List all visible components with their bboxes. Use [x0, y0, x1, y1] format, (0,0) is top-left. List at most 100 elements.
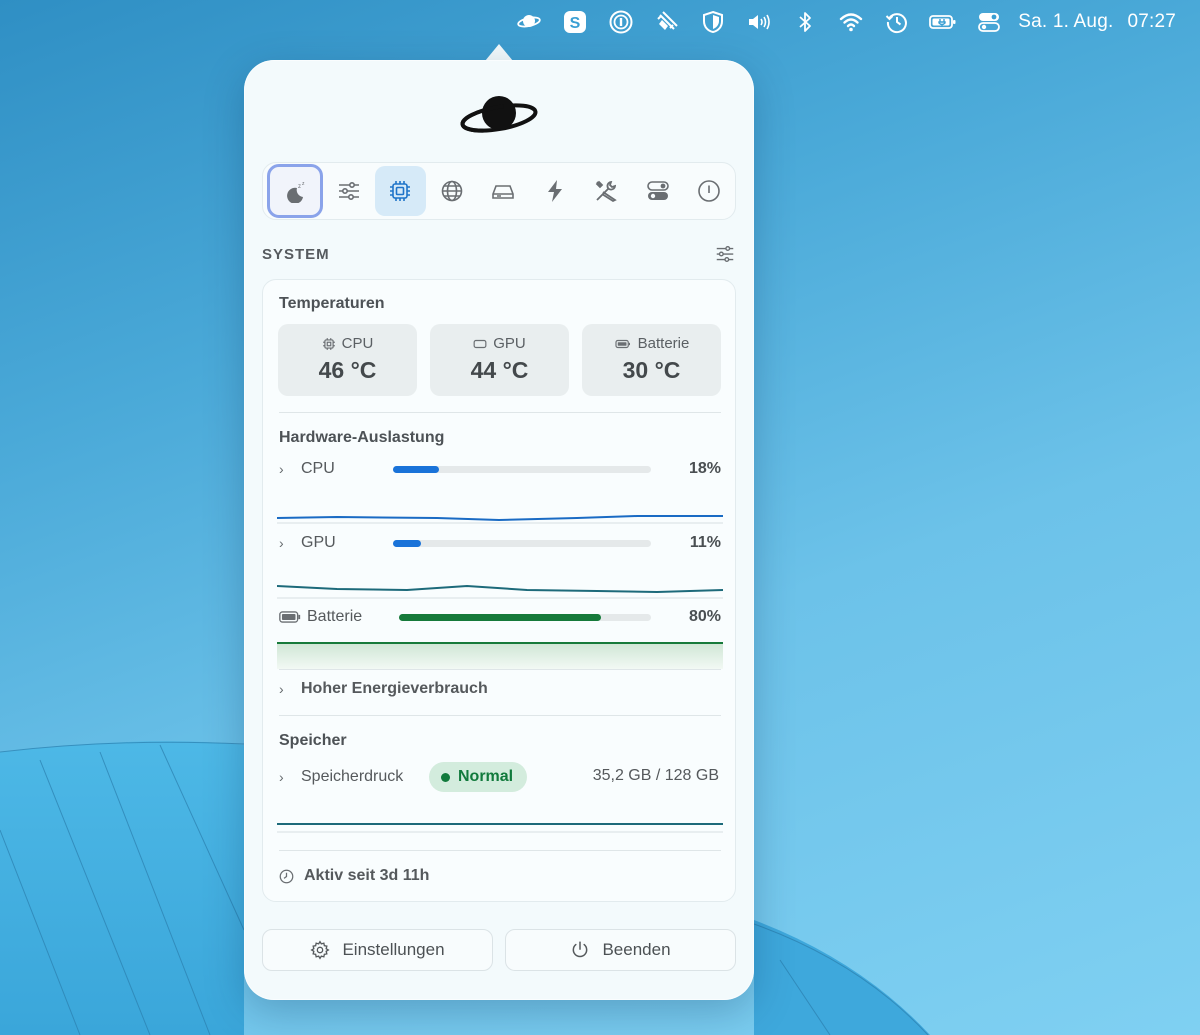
gpu-usage-row[interactable]: › GPU 11% [279, 532, 721, 554]
toggles-icon [646, 181, 669, 200]
system-card: Temperaturen CPU 46 °C GPU 44 °C Batteri… [262, 279, 736, 902]
temp-label-battery: Batterie [637, 335, 690, 352]
status-badge: Normal [429, 762, 528, 792]
gear-icon [310, 940, 331, 960]
svg-text:z: z [298, 184, 301, 190]
menubar-time: 07:27 [1127, 11, 1176, 32]
globe-icon [441, 180, 463, 202]
divider [279, 412, 721, 413]
battery-usage-label: Batterie [307, 608, 363, 625]
temp-value-battery: 30 °C [622, 357, 681, 383]
cpu-chip-icon [390, 181, 411, 201]
temp-value-gpu: 44 °C [470, 357, 529, 383]
time-machine-icon[interactable] [874, 0, 920, 44]
gpu-sparkline [277, 584, 723, 599]
tab-tools[interactable] [581, 166, 633, 216]
status-badge-text: Normal [458, 768, 514, 785]
battery-usage-row: Batterie 80% [279, 606, 721, 628]
chevron-right-icon: › [279, 681, 284, 697]
battery-usage-percent: 80% [688, 608, 721, 625]
quit-button-label: Beenden [602, 940, 671, 959]
memory-usage-value: 35,2 GB / 128 GB [592, 767, 719, 784]
menubar-clock[interactable]: Sa. 1. Aug. 07:27 [1018, 11, 1176, 33]
cpu-usage-label: CPU [301, 460, 335, 477]
memory-pressure-row[interactable]: › Speicherdruck [279, 766, 429, 788]
temp-label-gpu: GPU [493, 335, 526, 352]
tab-network[interactable] [426, 166, 478, 216]
energy-link-label: Hoher Energieverbrauch [301, 680, 488, 697]
memory-sparkline [277, 823, 723, 833]
menubar-date: Sa. 1. Aug. [1018, 11, 1114, 32]
chevron-right-icon: › [279, 535, 284, 551]
gpu-usage-percent: 11% [689, 534, 721, 551]
temp-box-battery: Batterie 30 °C [582, 324, 721, 396]
drive-icon [492, 185, 515, 199]
cpu-usage-row[interactable]: › CPU 18% [279, 458, 721, 480]
tab-storage[interactable] [478, 166, 530, 216]
settings-button-label: Einstellungen [342, 940, 445, 959]
temp-label-cpu: CPU [341, 335, 374, 352]
cpu-sparkline [277, 515, 723, 524]
battery-usage-fill [399, 614, 601, 621]
gpu-usage-label: GPU [301, 534, 336, 551]
cpu-chip-icon [322, 337, 335, 350]
section-title: SYSTEM [262, 245, 330, 263]
uptime-text: Aktiv seit 3d 11h [304, 867, 430, 884]
quit-button[interactable]: Beenden [505, 929, 736, 971]
1password-icon[interactable] [598, 0, 644, 44]
battery-usage-bar [399, 614, 651, 621]
uptime-row: Aktiv seit 3d 11h [279, 867, 429, 885]
energy-link[interactable]: › Hoher Energieverbrauch [279, 678, 721, 700]
divider [279, 715, 721, 716]
tab-info[interactable] [684, 166, 736, 216]
s-app-letter: S [570, 15, 581, 32]
cpu-usage-bar [393, 466, 651, 473]
saturn-icon[interactable] [506, 0, 552, 44]
wifi-icon[interactable] [828, 0, 874, 44]
saturn-logo-icon [460, 96, 538, 133]
chevron-right-icon: › [279, 769, 284, 785]
chevron-right-icon: › [279, 461, 284, 477]
sleep-icon: zz [287, 181, 305, 203]
volume-icon[interactable] [736, 0, 782, 44]
cpu-usage-percent: 18% [688, 460, 721, 477]
tab-sliders[interactable] [323, 166, 375, 216]
s-app-icon[interactable]: S [552, 0, 598, 44]
lightning-icon [547, 180, 562, 202]
cpu-usage-fill [393, 466, 440, 473]
svg-text:z: z [302, 181, 305, 187]
memory-title: Speicher [279, 732, 347, 749]
battery-icon [279, 611, 301, 623]
menu-bar: S Sa. 1. Aug. 07:27 [0, 0, 1200, 44]
temp-box-gpu: GPU 44 °C [430, 324, 569, 396]
popover-arrow [485, 44, 513, 61]
hardware-title: Hardware-Auslastung [279, 429, 445, 446]
tab-toggles[interactable] [632, 166, 684, 216]
control-center-icon[interactable] [966, 0, 1012, 44]
gpu-usage-fill [393, 540, 422, 547]
sliders-icon [338, 181, 359, 201]
clock-icon [279, 869, 294, 883]
battery-sparkline [277, 642, 723, 669]
status-dot-icon [441, 772, 450, 782]
tab-bar: zz [262, 162, 736, 220]
tab-power[interactable] [529, 166, 581, 216]
shield-icon[interactable] [690, 0, 736, 44]
temp-value-cpu: 46 °C [318, 357, 377, 383]
divider [279, 850, 721, 851]
divider [279, 669, 721, 670]
bluetooth-icon[interactable] [782, 0, 828, 44]
power-icon [573, 941, 588, 958]
sliders-icon[interactable] [714, 243, 736, 265]
settings-button[interactable]: Einstellungen [262, 929, 493, 971]
tab-system[interactable] [374, 166, 426, 216]
battery-charging-icon[interactable] [920, 0, 966, 44]
power-circle-icon [698, 180, 721, 202]
gpu-usage-bar [393, 540, 651, 547]
gpu-card-icon [473, 339, 487, 348]
bolt-plug-icon[interactable] [644, 0, 690, 44]
section-header: SYSTEM [262, 244, 736, 264]
tab-sleep[interactable]: zz [267, 164, 323, 218]
battery-icon [615, 339, 630, 348]
temperatures-title: Temperaturen [279, 295, 385, 312]
